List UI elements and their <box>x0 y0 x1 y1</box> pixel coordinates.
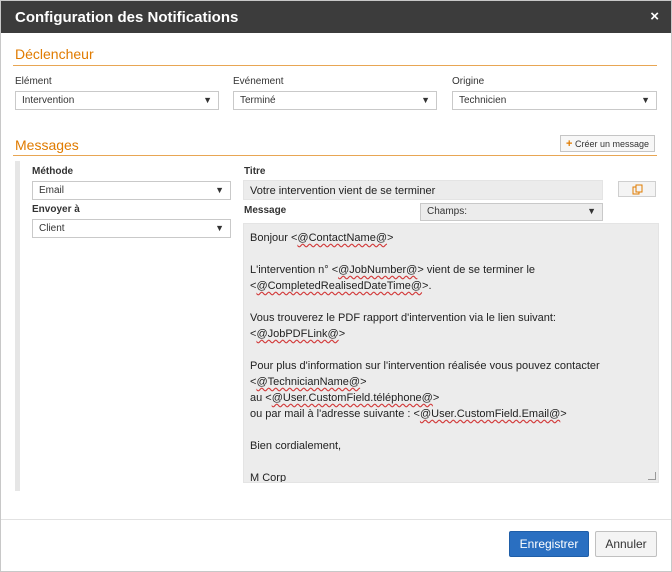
dialog-titlebar: Configuration des Notifications × <box>1 1 671 33</box>
message-line: <@TechnicianName@> <box>250 376 367 388</box>
create-message-label: Créer un message <box>574 139 649 149</box>
send-to-label: Envoyer à <box>32 204 80 215</box>
send-to-select[interactable]: Client ▼ <box>32 219 231 238</box>
message-label: Message <box>244 205 287 216</box>
messages-section-divider <box>13 155 657 156</box>
title-label: Titre <box>244 166 266 177</box>
event-select-value: Terminé <box>240 95 276 106</box>
origin-select[interactable]: Technicien ▼ <box>452 91 657 110</box>
message-line: Pour plus d'information sur l'interventi… <box>250 360 600 372</box>
event-select[interactable]: Terminé ▼ <box>233 91 437 110</box>
chevron-down-icon: ▼ <box>641 95 650 105</box>
message-line: <@JobPDFLink@> <box>250 328 346 340</box>
messages-section-title: Messages <box>15 137 79 153</box>
fields-select-value: Champs: <box>427 206 468 217</box>
trigger-section-title: Déclencheur <box>15 46 94 62</box>
copy-icon <box>632 184 643 195</box>
plus-icon: + <box>566 138 573 150</box>
chevron-down-icon: ▼ <box>215 223 224 233</box>
method-select-value: Email <box>39 185 65 196</box>
event-label: Evénement <box>233 76 284 87</box>
message-line: au <@User.CustomField.téléphone@> <box>250 392 440 404</box>
chevron-down-icon: ▼ <box>203 95 212 105</box>
footer-divider <box>1 519 671 520</box>
trigger-section-divider <box>13 65 657 66</box>
title-input[interactable]: Votre intervention vient de se terminer <box>243 180 603 200</box>
chevron-down-icon: ▼ <box>587 206 596 216</box>
method-label: Méthode <box>32 166 74 177</box>
fields-select[interactable]: Champs: ▼ <box>420 203 603 221</box>
send-to-select-value: Client <box>39 223 65 234</box>
copy-button[interactable] <box>618 181 656 197</box>
method-select[interactable]: Email ▼ <box>32 181 231 200</box>
message-line: M Corp <box>250 472 287 483</box>
dialog-title: Configuration des Notifications <box>15 9 239 26</box>
origin-select-value: Technicien <box>459 95 507 106</box>
chevron-down-icon: ▼ <box>215 185 224 195</box>
notification-config-dialog: Configuration des Notifications × Déclen… <box>0 0 672 572</box>
message-item-indicator <box>15 161 20 491</box>
close-icon[interactable]: × <box>650 8 659 25</box>
message-line: Bien cordialement, <box>250 440 342 452</box>
message-line: <@CompletedRealisedDateTime@>. <box>250 280 432 292</box>
chevron-down-icon: ▼ <box>421 95 430 105</box>
origin-label: Origine <box>452 76 485 87</box>
cancel-button[interactable]: Annuler <box>595 531 657 557</box>
create-message-button[interactable]: + Créer un message <box>560 135 655 152</box>
message-line: L'intervention n° <@JobNumber@> vient de… <box>250 264 536 276</box>
message-line: Vous trouverez le PDF rapport d'interven… <box>250 312 556 324</box>
message-line: Bonjour <@ContactName@> <box>250 232 394 244</box>
save-button[interactable]: Enregistrer <box>509 531 589 557</box>
element-select[interactable]: Intervention ▼ <box>15 91 219 110</box>
element-label: Elément <box>15 76 52 87</box>
message-line: ou par mail à l'adresse suivante : <@Use… <box>250 408 567 420</box>
resize-handle-icon[interactable] <box>648 472 656 480</box>
element-select-value: Intervention <box>22 95 75 106</box>
message-body-textarea[interactable]: Bonjour <@ContactName@> L'intervention n… <box>243 223 659 483</box>
